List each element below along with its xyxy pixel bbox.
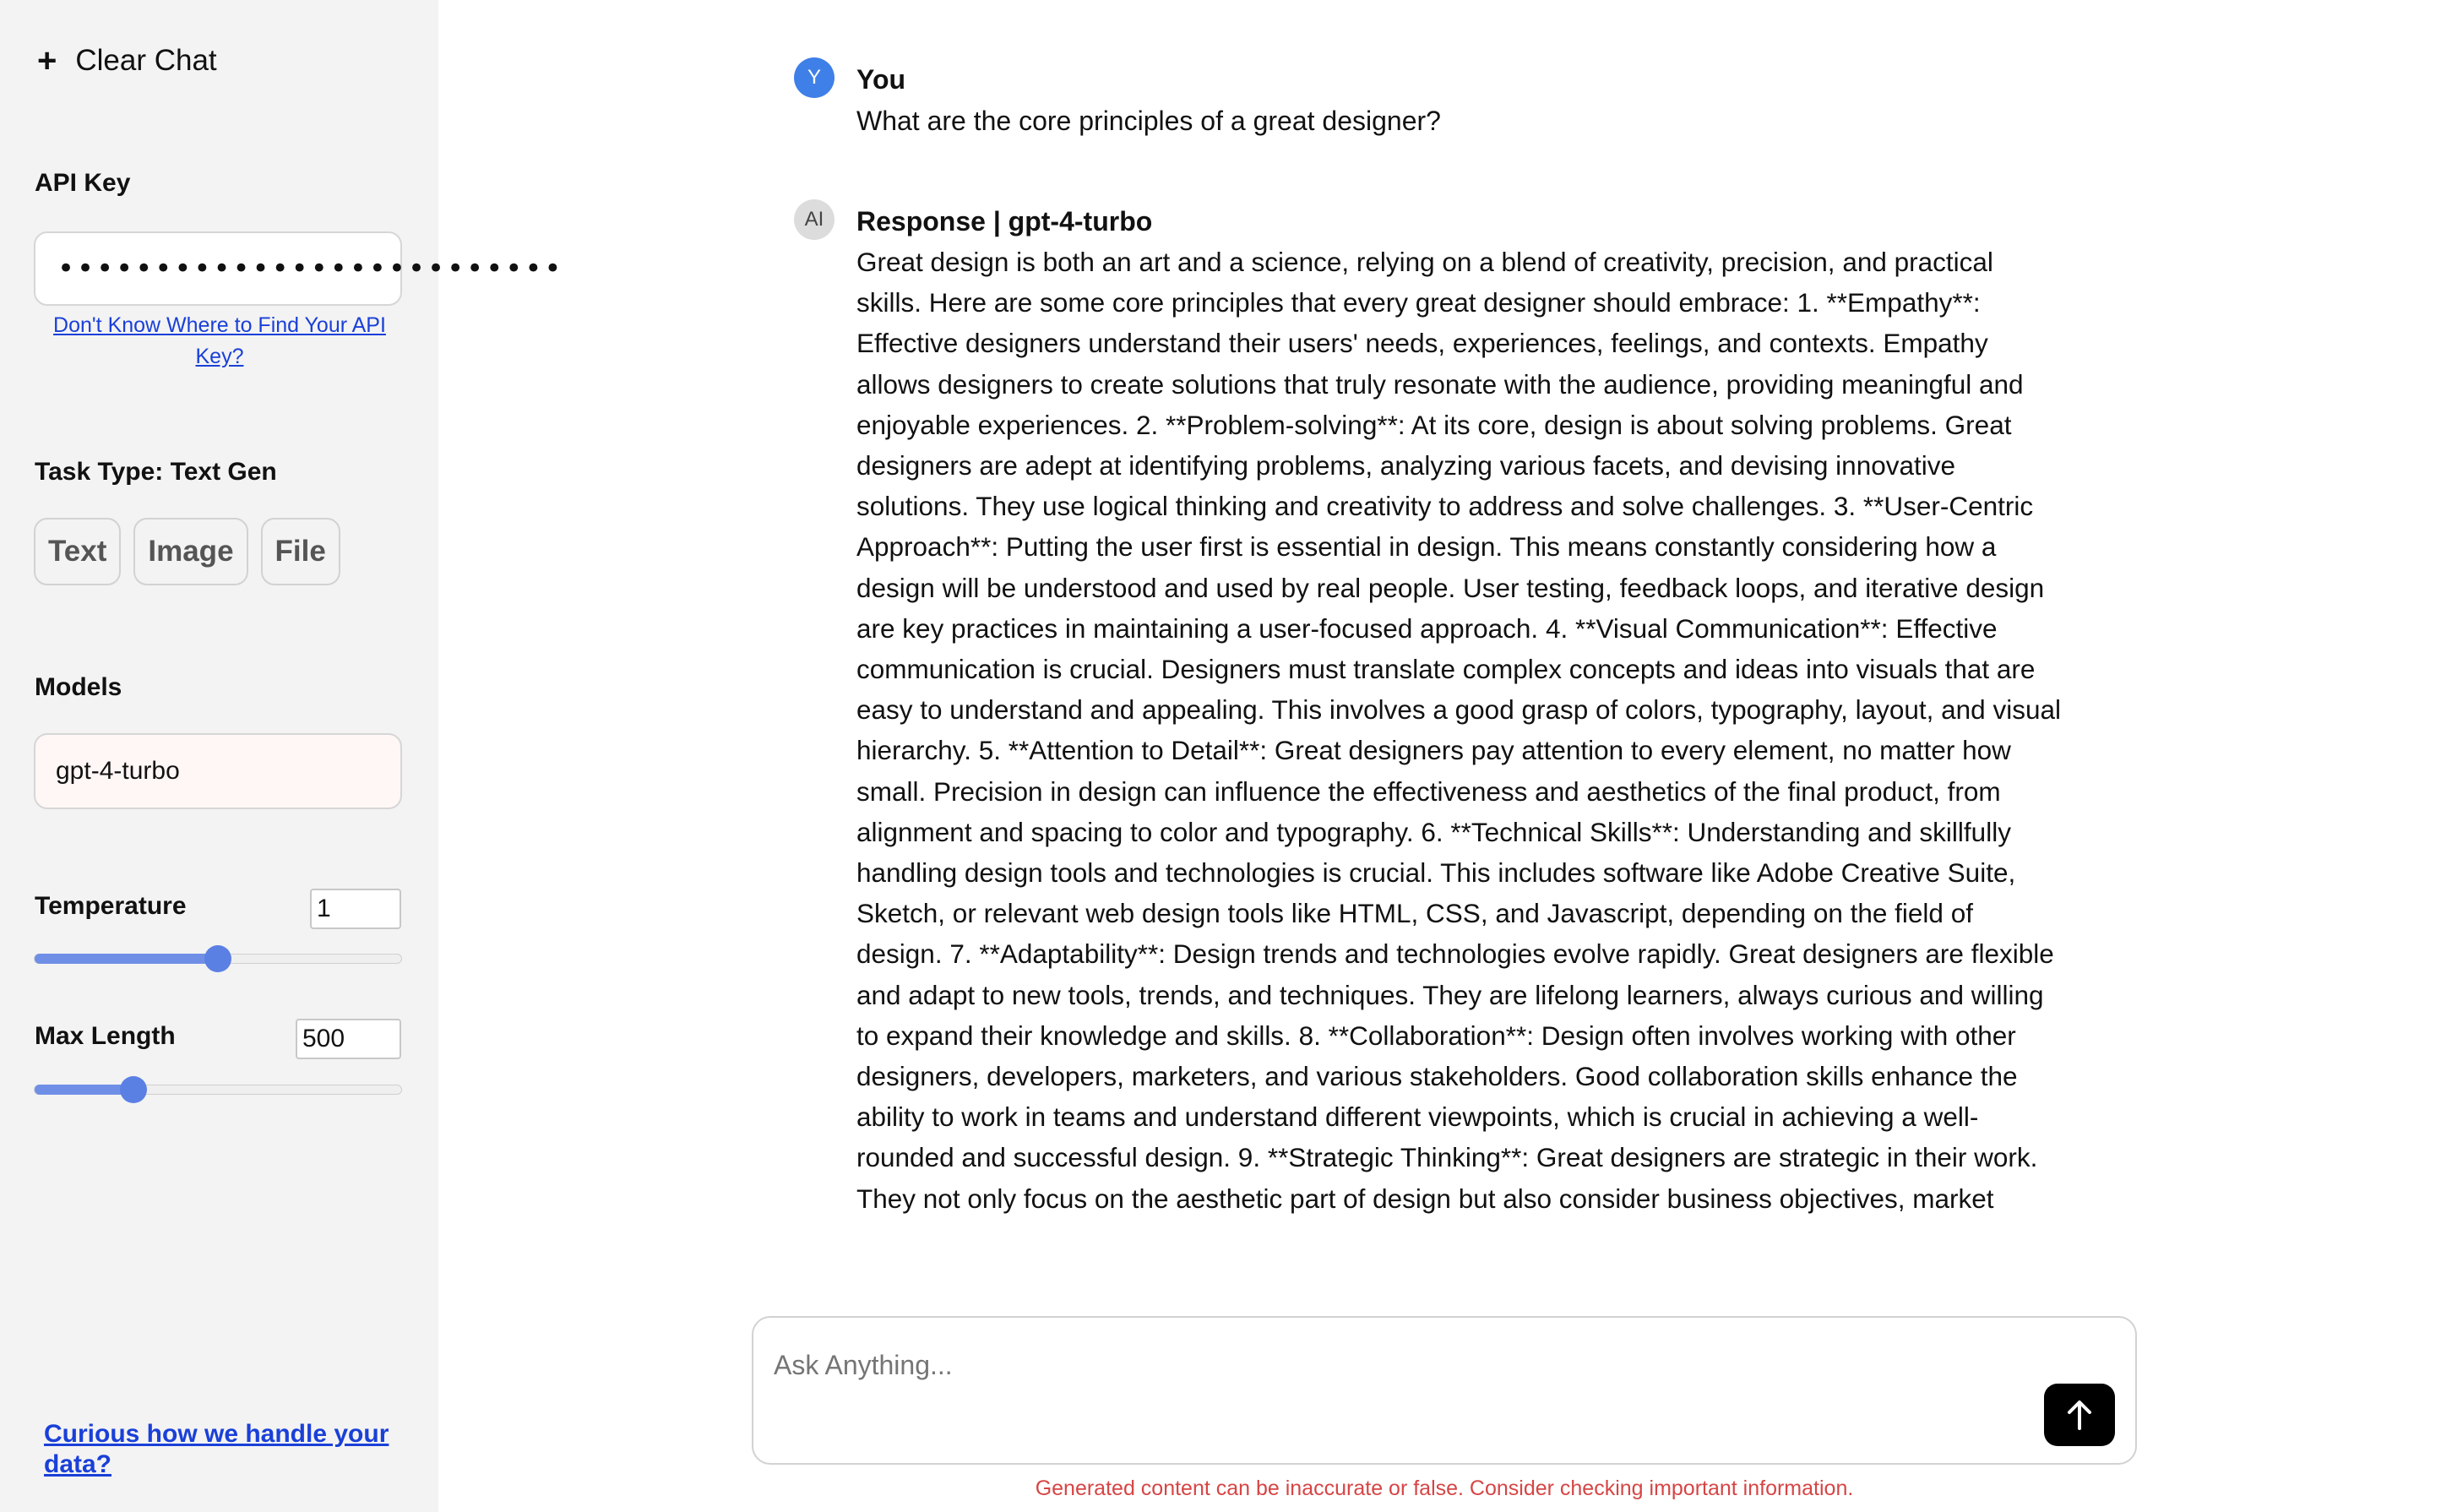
task-image-button[interactable]: Image	[133, 518, 248, 585]
temperature-slider-thumb[interactable]	[204, 945, 231, 972]
max-length-slider-thumb[interactable]	[120, 1076, 148, 1103]
model-select[interactable]: gpt-4-turbo	[34, 733, 402, 809]
chat-input[interactable]	[774, 1350, 2041, 1381]
temperature-slider-fill	[35, 954, 218, 964]
max-length-slider[interactable]	[34, 1076, 402, 1103]
task-type-label: Task Type: Text Gen	[35, 458, 277, 486]
sidebar: + Clear Chat API Key •••••••••••••••••••…	[0, 0, 561, 1512]
models-label: Models	[35, 673, 122, 701]
send-button[interactable]	[2044, 1384, 2115, 1446]
task-type-buttons: Text Image File	[34, 518, 340, 585]
temperature-label: Temperature	[35, 892, 187, 920]
user-message-text: What are the core principles of a great …	[856, 106, 1441, 136]
plus-icon: +	[37, 42, 57, 79]
api-key-help-link[interactable]: Don't Know Where to Find Your API Key?	[34, 310, 405, 373]
disclaimer-text: Generated content can be inaccurate or f…	[1035, 1477, 1854, 1500]
temperature-input[interactable]: 1	[310, 889, 401, 929]
arrow-up-icon	[2068, 1401, 2091, 1430]
privacy-link[interactable]: Curious how we handle your data?	[44, 1419, 416, 1480]
task-file-button[interactable]: File	[260, 518, 340, 585]
user-avatar: Y	[794, 57, 835, 98]
ai-message: AI Response | gpt-4-turbo Great design i…	[794, 199, 2064, 1219]
user-message: Y You What are the core principles of a …	[794, 57, 1441, 137]
ai-avatar: AI	[794, 199, 835, 240]
temperature-slider[interactable]	[34, 945, 402, 972]
ai-response-text: Great design is both an art and a scienc…	[856, 247, 2061, 1214]
max-length-slider-fill	[35, 1085, 134, 1095]
max-length-label: Max Length	[35, 1022, 176, 1050]
ai-response-header: Response | gpt-4-turbo	[856, 206, 1153, 237]
user-name: You	[856, 64, 906, 95]
clear-chat-button[interactable]: + Clear Chat	[37, 44, 217, 78]
task-text-button[interactable]: Text	[34, 518, 122, 585]
composer	[752, 1316, 2137, 1465]
clear-chat-label: Clear Chat	[75, 44, 217, 77]
api-key-label: API Key	[35, 169, 131, 197]
max-length-input[interactable]: 500	[296, 1019, 401, 1059]
api-key-input[interactable]: ••••••••••••••••••••••••••	[34, 231, 561, 306]
